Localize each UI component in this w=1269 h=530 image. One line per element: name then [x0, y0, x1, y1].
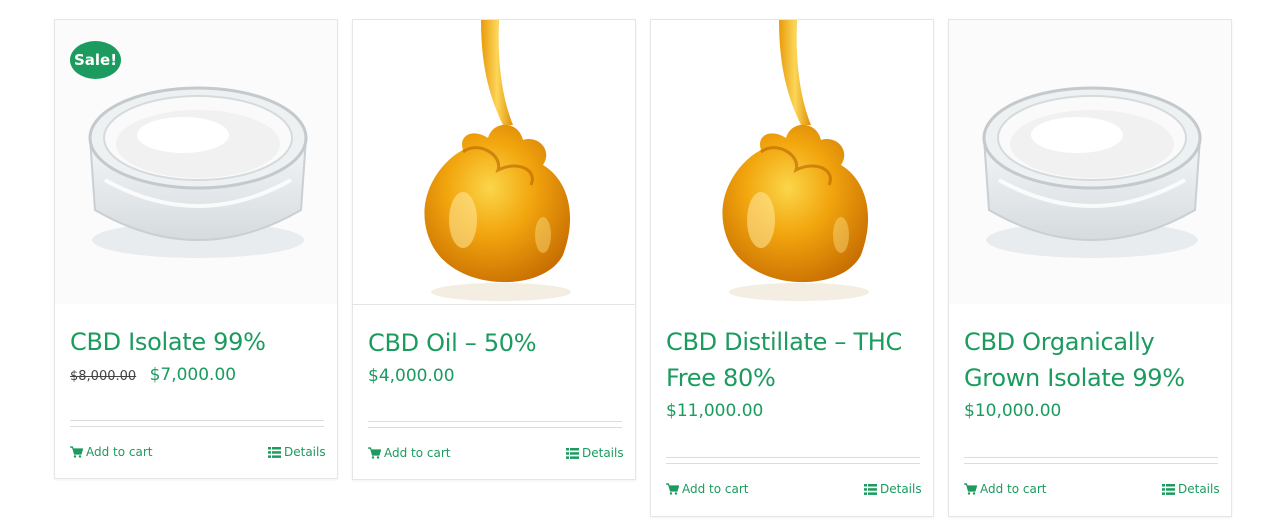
- price-row: $4,000.00: [368, 366, 455, 386]
- cart-icon: [368, 447, 381, 459]
- details-button[interactable]: Details: [1162, 482, 1220, 496]
- add-to-cart-button[interactable]: Add to cart: [964, 482, 1047, 496]
- divider: [70, 420, 324, 427]
- product-card: CBD Organically Grown Isolate 99% $10,00…: [948, 19, 1232, 517]
- price: $10,000.00: [964, 401, 1062, 421]
- price-row: $8,000.00 $7,000.00: [70, 365, 236, 385]
- add-to-cart-label: Add to cart: [682, 482, 749, 496]
- list-icon: [268, 446, 281, 458]
- oil-drop-image: [651, 20, 933, 304]
- divider: [666, 457, 920, 464]
- product-title[interactable]: CBD Isolate 99%: [70, 324, 328, 360]
- price: $7,000.00: [149, 365, 237, 385]
- old-price: $8,000.00: [70, 369, 137, 384]
- sale-badge: Sale!: [70, 41, 121, 79]
- price-row: $11,000.00: [666, 401, 763, 421]
- details-button[interactable]: Details: [566, 446, 624, 460]
- price: $11,000.00: [666, 401, 764, 421]
- isolate-jar-image: [949, 20, 1231, 304]
- list-icon: [566, 447, 579, 459]
- details-label: Details: [1178, 482, 1220, 496]
- details-label: Details: [582, 446, 624, 460]
- details-label: Details: [880, 482, 922, 496]
- add-to-cart-label: Add to cart: [86, 445, 153, 459]
- details-button[interactable]: Details: [268, 445, 326, 459]
- oil-drop-image: [353, 20, 635, 304]
- add-to-cart-label: Add to cart: [980, 482, 1047, 496]
- cart-icon: [70, 446, 83, 458]
- product-card: CBD Oil – 50% $4,000.00 Add to cart Deta…: [352, 19, 636, 480]
- add-to-cart-button[interactable]: Add to cart: [666, 482, 749, 496]
- cart-icon: [964, 483, 977, 495]
- add-to-cart-button[interactable]: Add to cart: [368, 446, 451, 460]
- divider: [964, 457, 1218, 464]
- price: $4,000.00: [368, 366, 455, 386]
- product-title[interactable]: CBD Organically Grown Isolate 99%: [964, 324, 1222, 396]
- add-to-cart-button[interactable]: Add to cart: [70, 445, 153, 459]
- product-image[interactable]: [949, 20, 1231, 304]
- product-card: Sale! CBD Isolate 99% $8,000.00 $7,000.0…: [54, 19, 338, 479]
- product-image[interactable]: [651, 20, 933, 304]
- product-title[interactable]: CBD Distillate – THC Free 80%: [666, 324, 924, 396]
- details-button[interactable]: Details: [864, 482, 922, 496]
- add-to-cart-label: Add to cart: [384, 446, 451, 460]
- product-card: CBD Distillate – THC Free 80% $11,000.00…: [650, 19, 934, 517]
- product-title[interactable]: CBD Oil – 50%: [368, 325, 626, 361]
- list-icon: [864, 483, 877, 495]
- divider: [368, 421, 622, 428]
- product-image[interactable]: Sale!: [55, 20, 337, 304]
- product-image[interactable]: [353, 20, 635, 305]
- list-icon: [1162, 483, 1175, 495]
- price-row: $10,000.00: [964, 401, 1061, 421]
- cart-icon: [666, 483, 679, 495]
- details-label: Details: [284, 445, 326, 459]
